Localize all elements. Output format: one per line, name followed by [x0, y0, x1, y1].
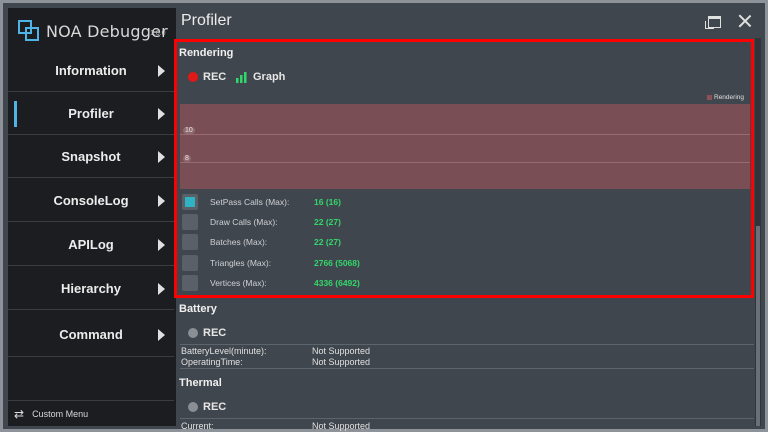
record-dot-icon: [188, 72, 198, 82]
bar-graph-icon: [236, 71, 247, 83]
thermal-current-row: Current: Not Supported: [181, 421, 370, 431]
rendering-graph: 10 8: [180, 104, 750, 189]
battery-rec-toggle[interactable]: REC: [188, 327, 226, 339]
app-logo: NOA Debugger: [18, 16, 168, 46]
divider: [180, 418, 754, 419]
sidebar-item-label: ConsoleLog: [53, 193, 129, 208]
swap-arrows-icon: ⇄: [14, 406, 25, 421]
info-key: BatteryLevel(minute):: [181, 346, 267, 356]
metric-row-vertices: Vertices (Max): 4336 (6492): [182, 274, 360, 292]
rec-label: REC: [203, 327, 227, 339]
scrollbar-thumb[interactable]: [756, 226, 760, 426]
metric-row-batches: Batches (Max): 22 (27): [182, 233, 341, 251]
chevron-right-icon: [158, 150, 165, 163]
metric-label: Vertices (Max):: [210, 278, 267, 288]
metric-toggle-checkbox[interactable]: [182, 194, 198, 210]
chevron-right-icon: [158, 64, 165, 77]
gridline: [180, 134, 750, 135]
graph-label: Graph: [253, 71, 286, 83]
sidebar-item-profiler[interactable]: Profiler: [8, 93, 174, 135]
chevron-right-icon: [158, 282, 165, 295]
graph-legend: Rendering: [707, 94, 744, 101]
rendering-rec-toggle[interactable]: REC: [188, 71, 226, 83]
rendering-title: Rendering: [179, 47, 234, 59]
metric-value: 4336 (6492): [314, 278, 360, 288]
sidebar-item-apilog[interactable]: APILog: [8, 224, 174, 266]
metric-value: 22 (27): [314, 217, 341, 227]
custom-menu-button[interactable]: ⇄ Custom Menu: [8, 400, 174, 426]
sidebar-item-label: APILog: [68, 237, 114, 252]
legend-label: Rendering: [714, 94, 744, 101]
operating-time-row: OperatingTime: Not Supported: [181, 357, 370, 367]
metric-label: SetPass Calls (Max):: [210, 197, 290, 207]
info-value: Not Supported: [312, 357, 371, 367]
metric-row-draw-calls: Draw Calls (Max): 22 (27): [182, 213, 341, 231]
chevron-right-icon: [158, 107, 165, 120]
metric-toggle-checkbox[interactable]: [182, 234, 198, 250]
info-key: OperatingTime:: [181, 357, 243, 367]
battery-title: Battery: [179, 303, 217, 315]
battery-level-row: BatteryLevel(minute): Not Supported: [181, 346, 370, 356]
rec-label: REC: [203, 71, 227, 83]
sidebar-item-snapshot[interactable]: Snapshot: [8, 136, 174, 178]
info-value: Not Supported: [312, 346, 371, 356]
legend-swatch: [707, 95, 712, 100]
window-mode-icon[interactable]: [705, 16, 721, 29]
sidebar-item-command[interactable]: Command: [8, 313, 174, 357]
gridline: [180, 162, 750, 163]
thermal-rec-toggle[interactable]: REC: [188, 401, 226, 413]
metric-row-setpass: SetPass Calls (Max): 16 (16): [182, 193, 341, 211]
metric-value: 2766 (5068): [314, 258, 360, 268]
close-icon[interactable]: [738, 14, 752, 28]
record-dot-icon: [188, 328, 198, 338]
chevron-right-icon: [158, 238, 165, 251]
noa-logo-icon: [18, 20, 40, 42]
metric-label: Draw Calls (Max):: [210, 217, 278, 227]
metric-toggle-checkbox[interactable]: [182, 255, 198, 271]
sidebar-item-label: Hierarchy: [61, 281, 121, 296]
info-key: Current:: [181, 421, 214, 431]
metric-value: 16 (16): [314, 197, 341, 207]
chevron-right-icon: [158, 194, 165, 207]
rendering-graph-toggle[interactable]: Graph: [236, 71, 285, 83]
sidebar-item-information[interactable]: Information: [8, 50, 174, 92]
chevron-right-icon: [158, 328, 165, 341]
metric-toggle-checkbox[interactable]: [182, 214, 198, 230]
sidebar-item-hierarchy[interactable]: Hierarchy: [8, 268, 174, 310]
page-title: Profiler: [181, 12, 232, 29]
divider: [180, 344, 754, 345]
sidebar: NOA Debugger 1.0.0 Information Profiler …: [8, 8, 176, 426]
gridline-label: 10: [183, 127, 195, 134]
divider: [180, 368, 754, 369]
metric-value: 22 (27): [314, 237, 341, 247]
sidebar-item-label: Command: [59, 327, 123, 342]
metric-row-triangles: Triangles (Max): 2766 (5068): [182, 254, 360, 272]
app-version: 1.0.0: [150, 30, 166, 37]
metric-toggle-checkbox[interactable]: [182, 275, 198, 291]
metric-label: Triangles (Max):: [210, 258, 272, 268]
sidebar-item-label: Snapshot: [61, 149, 121, 164]
info-value: Not Supported: [312, 421, 371, 431]
record-dot-icon: [188, 402, 198, 412]
sidebar-item-consolelog[interactable]: ConsoleLog: [8, 180, 174, 222]
thermal-title: Thermal: [179, 377, 222, 389]
gridline-label: 8: [183, 155, 191, 162]
metric-label: Batches (Max):: [210, 237, 268, 247]
custom-menu-label: Custom Menu: [32, 408, 89, 419]
active-indicator: [14, 101, 17, 127]
sidebar-item-label: Profiler: [68, 106, 114, 121]
rec-label: REC: [203, 401, 227, 413]
sidebar-item-label: Information: [55, 63, 127, 78]
